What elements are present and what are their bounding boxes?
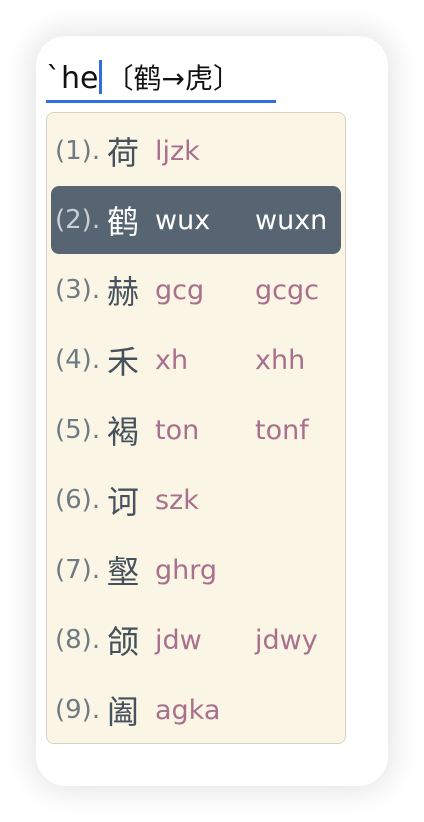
candidate-index: (3). — [55, 275, 101, 305]
candidate-index: (2). — [55, 205, 101, 235]
candidate-item-2[interactable]: (2). 鹤 wux wuxn — [51, 186, 341, 254]
candidate-hanzi: 诃 — [107, 483, 140, 521]
candidate-code: ton — [155, 414, 200, 446]
candidate-code: wux — [155, 204, 211, 236]
candidate-code-full: jdwy — [255, 624, 318, 656]
candidate-code-full: gcgc — [255, 274, 319, 306]
candidate-index: (7). — [55, 555, 101, 585]
candidate-code: ljzk — [155, 135, 200, 167]
candidate-index: (4). — [55, 345, 101, 375]
candidate-item-3[interactable]: (3). 赫 gcg gcgc — [51, 256, 341, 324]
candidate-hanzi: 禾 — [107, 343, 140, 381]
candidate-panel: (1). 荷 ljzk (2). 鹤 wux wuxn (3). 赫 gcg g… — [46, 112, 346, 744]
candidate-item-6[interactable]: (6). 诃 szk — [51, 466, 341, 534]
candidate-code-full: tonf — [255, 414, 309, 446]
candidate-hanzi: 阖 — [107, 693, 140, 731]
candidate-hanzi: 荷 — [107, 134, 140, 172]
candidate-item-5[interactable]: (5). 褐 ton tonf — [51, 396, 341, 464]
candidate-index: (9). — [55, 695, 101, 725]
candidate-item-1[interactable]: (1). 荷 ljzk — [51, 117, 341, 185]
preedit-hint: 〔鹤→虎〕 — [105, 62, 241, 95]
candidate-index: (8). — [55, 625, 101, 655]
candidate-index: (6). — [55, 485, 101, 515]
candidate-hanzi: 赫 — [107, 273, 140, 311]
preedit-input[interactable]: `he 〔鹤→虎〕 — [46, 58, 276, 103]
preedit-typed-text: `he — [46, 61, 99, 96]
candidate-code: xh — [155, 344, 189, 376]
candidate-item-4[interactable]: (4). 禾 xh xhh — [51, 326, 341, 394]
candidate-code: ghrg — [155, 554, 218, 586]
candidate-code-full: wuxn — [255, 204, 328, 236]
candidate-hanzi: 颌 — [107, 623, 140, 661]
candidate-index: (1). — [55, 136, 101, 166]
candidate-index: (5). — [55, 415, 101, 445]
candidate-code: agka — [155, 694, 221, 726]
candidate-code: szk — [155, 484, 199, 516]
text-caret — [99, 60, 103, 94]
candidate-code: jdw — [155, 624, 202, 656]
candidate-hanzi: 鹤 — [107, 203, 140, 241]
candidate-item-9[interactable]: (9). 阖 agka — [51, 676, 341, 744]
candidate-item-8[interactable]: (8). 颌 jdw jdwy — [51, 606, 341, 674]
candidate-hanzi: 壑 — [107, 553, 140, 591]
candidate-code: gcg — [155, 274, 205, 306]
candidate-hanzi: 褐 — [107, 413, 140, 451]
candidate-code-full: xhh — [255, 344, 306, 376]
candidate-item-7[interactable]: (7). 壑 ghrg — [51, 536, 341, 604]
